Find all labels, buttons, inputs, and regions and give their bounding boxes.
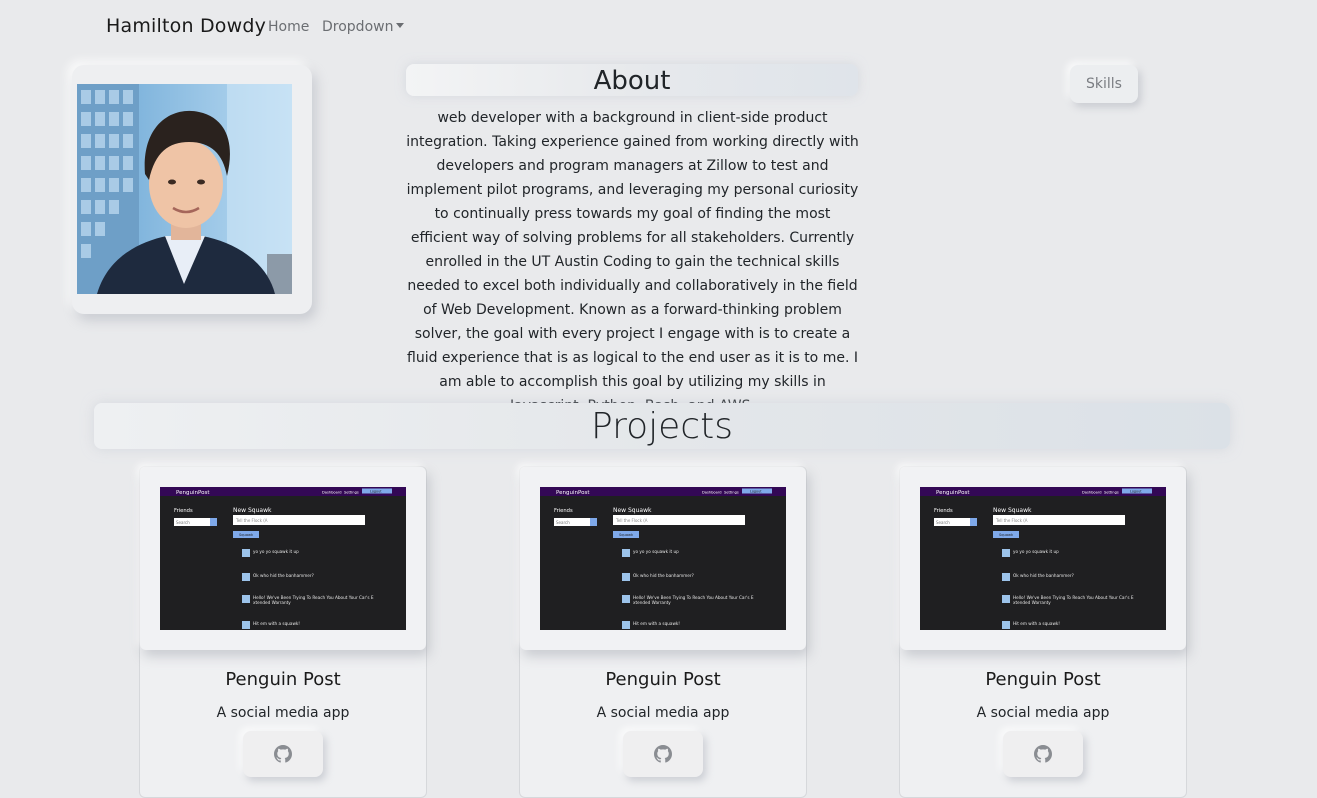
project-title: Penguin Post [225,669,341,690]
svg-text:New Squawk: New Squawk [993,507,1032,514]
svg-text:Tell the Flock (A: Tell the Flock (A [615,518,648,523]
about-title: About [593,66,671,96]
about-text: web developer with a background in clien… [406,110,859,414]
project-image-frame: PenguinPost Dashboard Settings Logout Fr… [520,467,806,650]
nav-dropdown-toggle[interactable]: Dropdown [322,19,405,35]
brand-link[interactable]: Hamilton Dowdy [106,15,266,37]
nav-dropdown-label: Dropdown [322,19,394,35]
svg-text:Search: Search [556,520,570,525]
svg-text:Dashboard: Dashboard [322,491,342,495]
svg-text:Squawk: Squawk [999,533,1014,537]
project-image-frame: PenguinPost Dashboard Settings Logout Fr… [900,467,1186,650]
skills-button[interactable]: Skills [1070,65,1138,103]
svg-text:Dashboard: Dashboard [1082,491,1102,495]
svg-text:PenguinPost: PenguinPost [936,490,970,496]
svg-text:Ok who hid the banhammer?: Ok who hid the banhammer? [633,573,694,578]
projects-title: Projects [591,406,733,447]
svg-text:Friends: Friends [934,508,953,514]
svg-text:Hit em with a squawk!: Hit em with a squawk! [633,621,680,626]
project-screenshot: PenguinPost Dashboard Settings Logout Fr… [540,487,786,630]
svg-text:PenguinPost: PenguinPost [176,490,210,496]
project-description: A social media app [976,705,1110,721]
svg-text:Search: Search [176,520,190,525]
github-icon [1034,745,1052,763]
nav-home-link[interactable]: Home [268,19,309,35]
project-title: Penguin Post [605,669,721,690]
svg-text:Friends: Friends [554,508,573,514]
svg-text:Ok who hid the banhammer?: Ok who hid the banhammer? [1013,573,1074,578]
svg-text:Ok who hid the banhammer?: Ok who hid the banhammer? [253,573,314,578]
caret-down-icon [396,23,405,28]
svg-text:Logout: Logout [370,490,382,494]
project-card: PenguinPost Dashboard Settings Logout Fr… [899,466,1187,798]
project-screenshot: PenguinPost Dashboard Settings Logout Fr… [920,487,1166,630]
svg-text:yo yo yo squawk it up: yo yo yo squawk it up [1013,549,1059,554]
github-icon [274,745,292,763]
project-description: A social media app [596,705,730,721]
project-screenshot: PenguinPost Dashboard Settings Logout Fr… [160,487,406,630]
project-image-frame: PenguinPost Dashboard Settings Logout Fr… [140,467,426,650]
project-description: A social media app [216,705,350,721]
project-github-button[interactable] [623,731,703,777]
svg-text:Tell the Flock (A: Tell the Flock (A [235,518,268,523]
svg-text:yo yo yo squawk it up: yo yo yo squawk it up [633,549,679,554]
svg-text:Hit em with a squawk!: Hit em with a squawk! [253,621,300,626]
svg-text:Friends: Friends [174,508,193,514]
svg-text:xtended Warranty: xtended Warranty [1013,600,1051,605]
svg-text:xtended Warranty: xtended Warranty [633,600,671,605]
svg-text:Hit em with a squawk!: Hit em with a squawk! [1013,621,1060,626]
svg-text:Squawk: Squawk [619,533,634,537]
svg-text:Search: Search [936,520,950,525]
svg-text:Settings: Settings [1104,491,1119,495]
svg-text:yo yo yo squawk it up: yo yo yo squawk it up [253,549,299,554]
svg-text:Dashboard: Dashboard [702,491,722,495]
svg-text:Settings: Settings [724,491,739,495]
svg-text:PenguinPost: PenguinPost [556,490,590,496]
svg-text:Settings: Settings [344,491,359,495]
svg-text:xtended Warranty: xtended Warranty [253,600,291,605]
profile-photo [77,84,292,294]
profile-photo-card [72,65,312,314]
github-icon [654,745,672,763]
project-title: Penguin Post [985,669,1101,690]
project-github-button[interactable] [243,731,323,777]
project-card: PenguinPost Dashboard Settings Logout Fr… [519,466,807,798]
svg-text:Logout: Logout [750,490,762,494]
svg-text:New Squawk: New Squawk [233,507,272,514]
svg-text:Logout: Logout [1130,490,1142,494]
project-github-button[interactable] [1003,731,1083,777]
project-card: PenguinPost Dashboard Settings Logout Fr… [139,466,427,798]
navbar: Hamilton Dowdy Home Dropdown [0,0,1317,56]
svg-text:Squawk: Squawk [239,533,254,537]
svg-text:Tell the Flock (A: Tell the Flock (A [995,518,1028,523]
svg-text:New Squawk: New Squawk [613,507,652,514]
